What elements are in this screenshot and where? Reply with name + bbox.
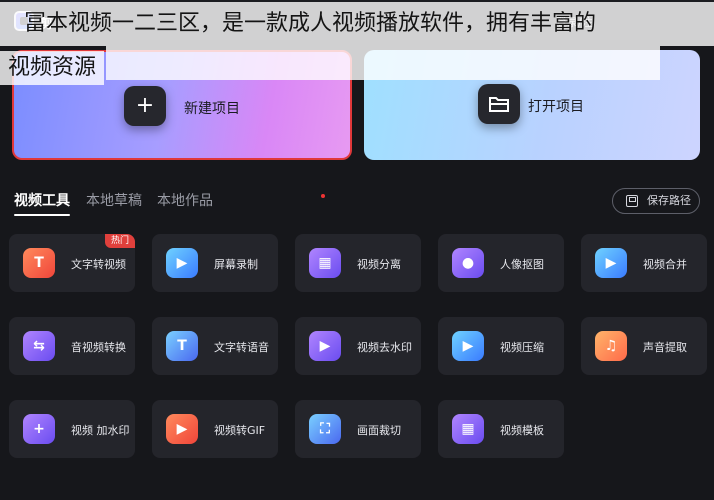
video-merge-icon: ▶ <box>595 248 627 278</box>
text-to-video-icon: T <box>23 248 55 278</box>
tool-label: 屏幕录制 <box>214 258 258 271</box>
watermark-strip <box>106 46 660 80</box>
app-logo-icon <box>14 11 34 31</box>
remove-watermark-icon: ▶ <box>309 331 341 361</box>
tool-text-to-video[interactable]: T 文字转视频 热门 <box>9 234 135 292</box>
add-watermark-icon: + <box>23 414 55 444</box>
tool-label: 音视频转换 <box>71 341 126 354</box>
tool-label: 视频去水印 <box>357 341 412 354</box>
tool-label: 视频压缩 <box>500 341 544 354</box>
tool-text-to-speech[interactable]: T 文字转语音 <box>152 317 278 375</box>
app-name: 剪 <box>40 17 54 32</box>
av-convert-icon: ⇆ <box>23 331 55 361</box>
tool-add-watermark[interactable]: + 视频 加水印 <box>9 400 135 458</box>
tab-video-tools[interactable]: 视频工具 <box>14 190 70 216</box>
folder-open-icon <box>478 84 520 124</box>
open-project-label: 打开项目 <box>528 99 584 115</box>
tool-label: 声音提取 <box>643 341 687 354</box>
portrait-cutout-icon: ● <box>452 248 484 278</box>
tool-remove-watermark[interactable]: ▶ 视频去水印 <box>295 317 421 375</box>
audio-extract-icon: ♫ <box>595 331 627 361</box>
save-path-button[interactable]: 保存路径 <box>612 188 700 214</box>
tool-screen-record[interactable]: ▶ 屏幕录制 <box>152 234 278 292</box>
video-compress-icon: ▶ <box>452 331 484 361</box>
tool-label: 视频模板 <box>500 424 544 437</box>
tool-label: 视频分离 <box>357 258 401 271</box>
new-project-icon: + <box>124 86 166 126</box>
tab-local-works[interactable]: 本地作品 <box>157 190 213 210</box>
tool-video-split[interactable]: ▦ 视频分离 <box>295 234 421 292</box>
save-icon <box>626 195 638 207</box>
hot-badge: 热门 <box>104 234 135 248</box>
tool-video-to-gif[interactable]: ▶ 视频转GIF <box>152 400 278 458</box>
save-path-label: 保存路径 <box>647 194 691 207</box>
tool-label: 人像抠图 <box>500 258 544 271</box>
tool-label: 视频转GIF <box>214 424 266 437</box>
title-bar: 剪 登录/注 <box>0 0 714 40</box>
tool-label: 画面裁切 <box>357 424 401 437</box>
screen-record-icon: ▶ <box>166 248 198 278</box>
video-template-icon: ▦ <box>452 414 484 444</box>
tool-label: 视频合并 <box>643 258 687 271</box>
tool-audio-extract[interactable]: ♫ 声音提取 <box>581 317 707 375</box>
text-to-speech-icon: T <box>166 331 198 361</box>
tool-label: 文字转语音 <box>214 341 269 354</box>
new-project-label: 新建项目 <box>184 101 240 117</box>
login-button[interactable]: 登录/注 <box>556 14 593 30</box>
tool-crop[interactable]: ⛶ 画面裁切 <box>295 400 421 458</box>
tool-video-merge[interactable]: ▶ 视频合并 <box>581 234 707 292</box>
video-to-gif-icon: ▶ <box>166 414 198 444</box>
tool-label: 视频 加水印 <box>71 424 130 437</box>
tool-av-convert[interactable]: ⇆ 音视频转换 <box>9 317 135 375</box>
tool-video-compress[interactable]: ▶ 视频压缩 <box>438 317 564 375</box>
crop-icon: ⛶ <box>309 414 341 444</box>
tool-label: 文字转视频 <box>71 258 126 271</box>
tab-local-drafts[interactable]: 本地草稿 <box>86 190 142 210</box>
tool-portrait-cutout[interactable]: ● 人像抠图 <box>438 234 564 292</box>
tool-video-template[interactable]: ▦ 视频模板 <box>438 400 564 458</box>
notification-dot <box>321 194 325 198</box>
video-split-icon: ▦ <box>309 248 341 278</box>
